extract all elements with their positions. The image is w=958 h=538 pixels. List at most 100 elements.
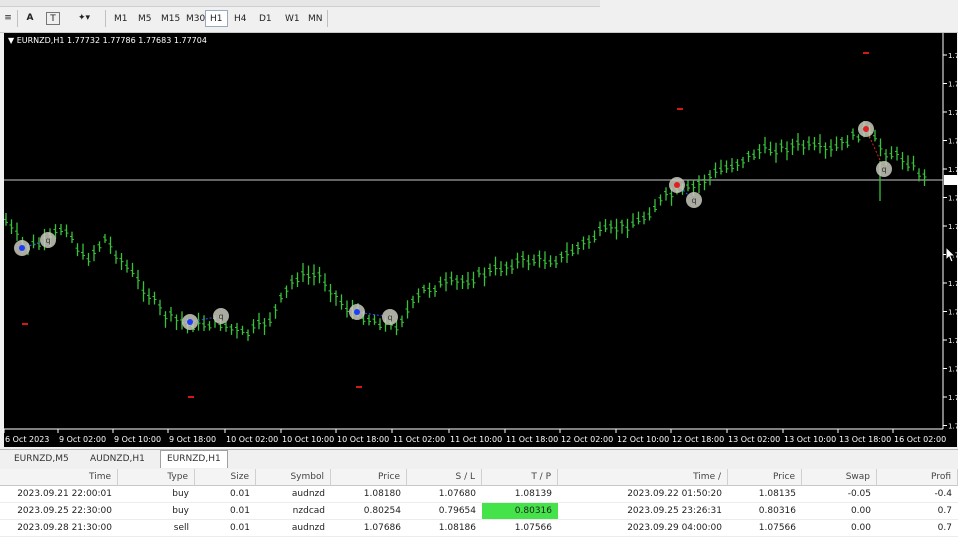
trade-close-marker-label: q bbox=[387, 313, 392, 322]
toolbar-top-strip bbox=[0, 0, 600, 7]
cell-symbol: audnzd bbox=[256, 486, 331, 503]
cell-symbol: audnzd bbox=[256, 520, 331, 537]
cell-price: 0.80254 bbox=[331, 503, 407, 520]
price-axis-label: 1.7 bbox=[948, 423, 958, 431]
cell-price: 1.07686 bbox=[331, 520, 407, 537]
period-m1-button[interactable]: M1 bbox=[109, 10, 133, 27]
time-axis-label: 13 Oct 02:00 bbox=[728, 435, 780, 444]
time-axis-label: 9 Oct 10:00 bbox=[114, 435, 161, 444]
toolbar: ≡ A T ✦▾ M1 M5 M15 M30 H1 H4 D1 W1 MN bbox=[0, 0, 958, 33]
cell-tp: 1.07566 bbox=[482, 520, 558, 537]
trade-open-marker-dot bbox=[674, 182, 680, 188]
header-sl[interactable]: S / L bbox=[407, 469, 482, 486]
time-axis-label: 12 Oct 18:00 bbox=[672, 435, 724, 444]
trade-open-marker-dot bbox=[187, 319, 193, 325]
cell-tp: 0.80316 bbox=[482, 503, 558, 520]
cell-open-time: 2023.09.21 22:00:01 bbox=[0, 486, 118, 503]
cell-sl: 1.07680 bbox=[407, 486, 482, 503]
cell-close-time: 2023.09.29 04:00:00 bbox=[558, 520, 728, 537]
header-close-time[interactable]: Time / bbox=[558, 469, 728, 486]
cell-size: 0.01 bbox=[195, 520, 256, 537]
cell-swap: 0.00 bbox=[802, 503, 877, 520]
mouse-pointer-icon bbox=[946, 247, 956, 263]
header-swap[interactable]: Swap bbox=[802, 469, 877, 486]
time-axis-label: 9 Oct 02:00 bbox=[59, 435, 106, 444]
cell-open-time: 2023.09.25 22:30:00 bbox=[0, 503, 118, 520]
cell-close-time: 2023.09.22 01:50:20 bbox=[558, 486, 728, 503]
time-axis-label: 13 Oct 18:00 bbox=[839, 435, 891, 444]
period-h4-button[interactable]: H4 bbox=[229, 10, 252, 27]
header-close-price[interactable]: Price bbox=[728, 469, 802, 486]
bid-price-box bbox=[944, 175, 958, 185]
header-profit[interactable]: Profi bbox=[877, 469, 958, 486]
menu-lines-icon[interactable]: ≡ bbox=[3, 10, 13, 27]
time-axis-label: 10 Oct 10:00 bbox=[282, 435, 334, 444]
time-axis-label: 9 Oct 18:00 bbox=[169, 435, 216, 444]
cell-size: 0.01 bbox=[195, 486, 256, 503]
period-w1-button[interactable]: W1 bbox=[280, 10, 305, 27]
price-axis-label: 1.7 bbox=[948, 223, 958, 231]
header-size[interactable]: Size bbox=[195, 469, 256, 486]
time-axis-label: 10 Oct 18:00 bbox=[337, 435, 389, 444]
cell-close-time: 2023.09.25 23:26:31 bbox=[558, 503, 728, 520]
time-axis-label: 16 Oct 02:00 bbox=[894, 435, 946, 444]
price-axis-label: 1.7 bbox=[948, 280, 958, 288]
tab-audnzd-h1[interactable]: AUDNZD,H1 bbox=[84, 451, 151, 467]
trade-close-marker-label: q bbox=[881, 165, 886, 174]
cell-type: buy bbox=[118, 503, 195, 520]
trade-close-marker-label: q bbox=[45, 236, 50, 245]
arrows-tool-button[interactable]: ✦▾ bbox=[70, 10, 98, 27]
price-chart[interactable]: 1.71.71.71.71.71.71.71.71.71.71.71.71.71… bbox=[0, 33, 958, 447]
cell-profit: -0.4 bbox=[877, 486, 958, 503]
tab-eurnzd-m5[interactable]: EURNZD,M5 bbox=[8, 451, 75, 467]
toolbar-separator bbox=[105, 10, 106, 27]
time-axis-label: 12 Oct 02:00 bbox=[561, 435, 613, 444]
time-axis-label: 10 Oct 02:00 bbox=[226, 435, 278, 444]
toolbar-separator bbox=[327, 10, 328, 27]
cell-price: 1.08180 bbox=[331, 486, 407, 503]
price-axis-label: 1.7 bbox=[948, 337, 958, 345]
header-tp[interactable]: T / P bbox=[482, 469, 558, 486]
trade-open-marker-dot bbox=[863, 126, 869, 132]
time-axis-label: 11 Oct 02:00 bbox=[393, 435, 445, 444]
time-axis-label: 12 Oct 10:00 bbox=[617, 435, 669, 444]
price-axis-label: 1.7 bbox=[948, 109, 958, 117]
period-mn-button[interactable]: MN bbox=[303, 10, 328, 27]
text-label-tool-button[interactable]: T bbox=[46, 12, 60, 25]
cell-size: 0.01 bbox=[195, 503, 256, 520]
price-axis-label: 1.7 bbox=[948, 138, 958, 146]
chart-tabs-bar: EURNZD,M5 AUDNZD,H1 EURNZD,H1 bbox=[0, 449, 958, 468]
header-symbol[interactable]: Symbol bbox=[256, 469, 331, 486]
period-m5-button[interactable]: M5 bbox=[133, 10, 157, 27]
chart-symbol-info: ▼ EURNZD,H1 1.77732 1.77786 1.77683 1.77… bbox=[8, 36, 207, 45]
time-axis-label: 13 Oct 10:00 bbox=[784, 435, 836, 444]
price-axis-label: 1.7 bbox=[948, 366, 958, 374]
trade-close-marker-label: q bbox=[218, 312, 223, 321]
trade-history-table: Time Type Size Symbol Price S / L T / P … bbox=[0, 469, 958, 538]
price-axis-label: 1.7 bbox=[948, 81, 958, 89]
cell-profit: 0.7 bbox=[877, 520, 958, 537]
price-axis-label: 1.7 bbox=[948, 52, 958, 60]
cell-sl: 0.79654 bbox=[407, 503, 482, 520]
toolbar-separator bbox=[17, 10, 18, 27]
cell-close-price: 0.80316 bbox=[728, 503, 802, 520]
header-type[interactable]: Type bbox=[118, 469, 195, 486]
period-h1-button[interactable]: H1 bbox=[205, 10, 228, 27]
price-axis-label: 1.7 bbox=[948, 309, 958, 317]
cell-close-price: 1.08135 bbox=[728, 486, 802, 503]
header-open-time[interactable]: Time bbox=[0, 469, 118, 486]
time-axis-label: 11 Oct 10:00 bbox=[450, 435, 502, 444]
cell-swap: -0.05 bbox=[802, 486, 877, 503]
cell-tp: 1.08139 bbox=[482, 486, 558, 503]
trade-close-marker-label: q bbox=[691, 196, 696, 205]
cell-sl: 1.08186 bbox=[407, 520, 482, 537]
cell-open-time: 2023.09.28 21:30:00 bbox=[0, 520, 118, 537]
header-price[interactable]: Price bbox=[331, 469, 407, 486]
tab-eurnzd-h1[interactable]: EURNZD,H1 bbox=[160, 450, 228, 468]
price-axis-label: 1.7 bbox=[948, 195, 958, 203]
cell-symbol: nzdcad bbox=[256, 503, 331, 520]
price-axis-label: 1.7 bbox=[948, 394, 958, 402]
text-tool-button[interactable]: A bbox=[24, 10, 36, 27]
trade-open-marker-dot bbox=[19, 245, 25, 251]
period-d1-button[interactable]: D1 bbox=[254, 10, 277, 27]
